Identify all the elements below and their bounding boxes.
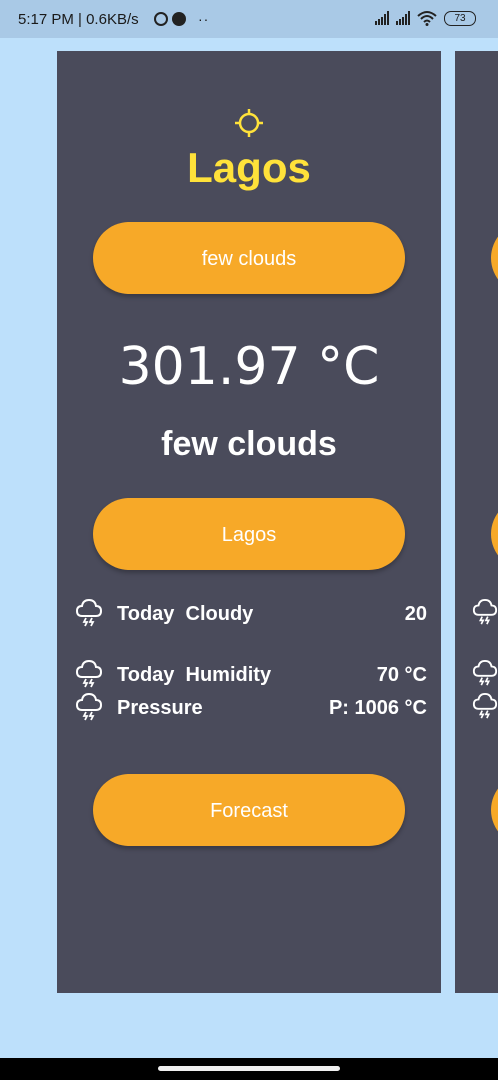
more-notifications: ··	[198, 11, 210, 27]
my-location-icon[interactable]	[234, 108, 264, 138]
next-weather-card[interactable]	[455, 51, 498, 993]
weather-condition: few clouds	[161, 425, 337, 463]
home-indicator[interactable]	[158, 1066, 340, 1071]
pressure-label: Pressure	[117, 697, 203, 719]
next-card-description-button[interactable]	[491, 222, 498, 294]
cloudy-label: Today Cloudy	[117, 603, 254, 625]
navigation-bar	[0, 1058, 498, 1080]
weather-card[interactable]: Lagos few clouds 301.97 °C few clouds La…	[57, 51, 441, 993]
cloud-lightning-icon	[472, 598, 498, 625]
wifi-icon	[417, 11, 437, 26]
pressure-value: P: 1006 °C	[328, 697, 427, 719]
notification-icons: ··	[154, 11, 209, 27]
pressure-row: Pressure P: 1006 °C	[75, 691, 427, 727]
city-button[interactable]: Lagos	[93, 498, 405, 570]
cloud-lightning-icon	[472, 692, 498, 719]
messenger-icon	[172, 12, 186, 26]
cloudy-value: 20	[404, 603, 427, 625]
signal-icon	[375, 11, 389, 25]
next-card-forecast-button[interactable]	[491, 774, 498, 846]
battery-icon: 73	[444, 10, 476, 26]
city-title: Lagos	[187, 144, 311, 191]
temperature-value: 301.97 °C	[118, 337, 380, 397]
humidity-label: Today Humidity	[117, 664, 272, 686]
description-button[interactable]: few clouds	[93, 222, 405, 294]
next-card-city-button[interactable]	[491, 498, 498, 570]
humidity-row: Today Humidity 70 °C	[75, 658, 427, 694]
signal-icon	[396, 11, 410, 25]
status-bar: 5:17 PM | 0.6KB/s ·· 73	[0, 0, 498, 38]
cloud-lightning-icon	[75, 659, 103, 688]
humidity-value: 70 °C	[376, 664, 427, 686]
forecast-button[interactable]: Forecast	[93, 774, 405, 846]
cloudy-row: Today Cloudy 20	[75, 597, 427, 633]
cloud-lightning-icon	[472, 659, 498, 686]
status-indicators: 73	[375, 10, 476, 26]
cloud-lightning-icon	[75, 692, 103, 721]
whatsapp-icon	[154, 12, 168, 26]
cloud-lightning-icon	[75, 598, 103, 627]
status-time: 5:17 PM | 0.6KB/s	[18, 11, 139, 28]
